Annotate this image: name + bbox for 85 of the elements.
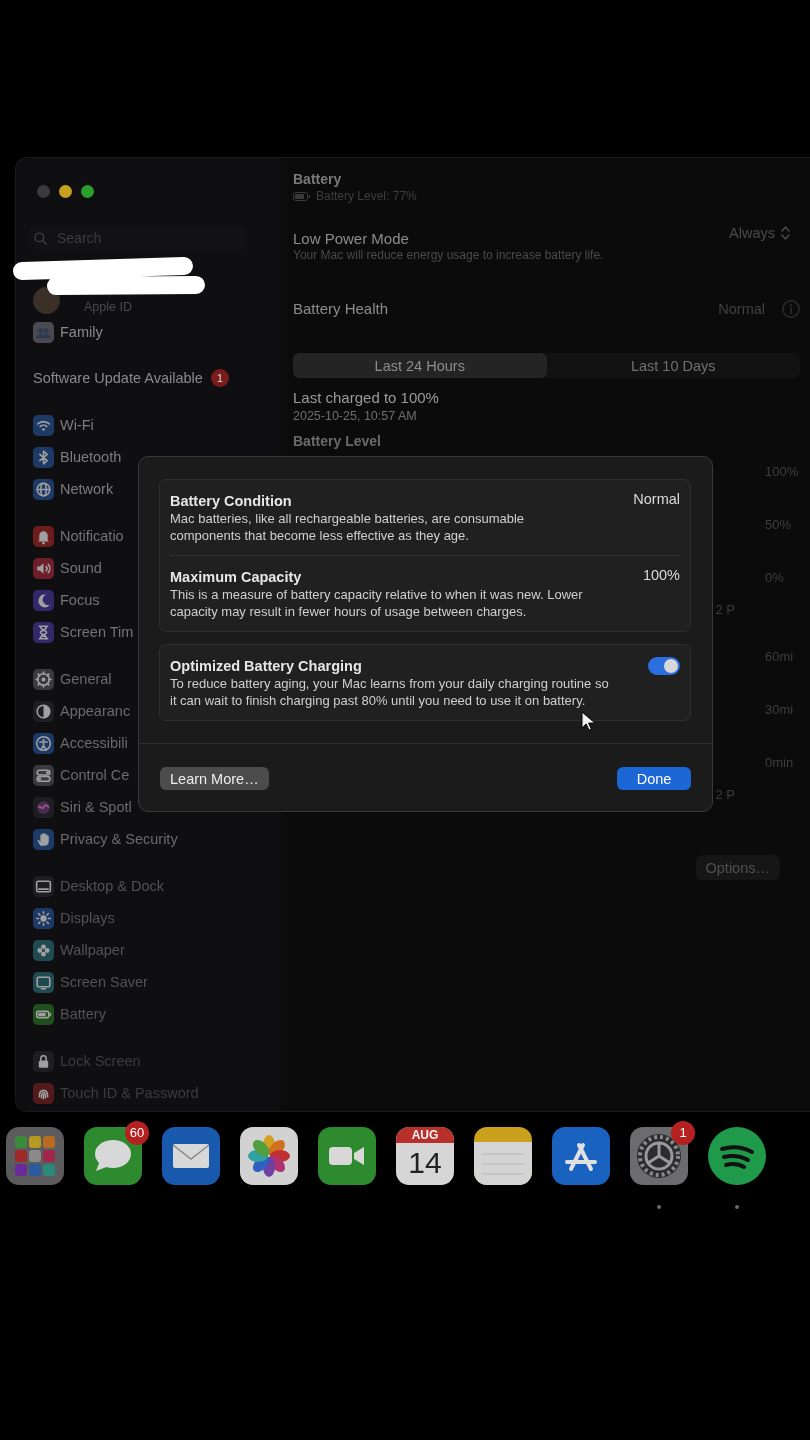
minimize-window-icon[interactable]: [59, 184, 72, 198]
sidebar-item[interactable]: Wi-Fi: [33, 409, 94, 441]
hourglass-icon: [33, 621, 54, 643]
flower-icon: [33, 939, 54, 961]
search-icon: [34, 231, 47, 245]
sidebar-item[interactable]: Bluetooth: [33, 441, 122, 473]
software-update-item[interactable]: Software Update Available 1: [33, 362, 229, 394]
last-charged-label: Last charged to 100%: [293, 389, 439, 407]
lock-icon: [33, 1050, 54, 1072]
calendar-day: 14: [396, 1143, 454, 1183]
speaker-icon: [33, 557, 54, 579]
setting-title: Battery Condition: [170, 492, 292, 510]
sidebar-item[interactable]: Displays: [33, 902, 115, 934]
bell-icon: [33, 525, 54, 547]
sidebar-item[interactable]: Sound: [33, 552, 102, 584]
sidebar-item[interactable]: Screen Saver: [33, 966, 148, 998]
notepad-icon[interactable]: [474, 1127, 532, 1185]
sidebar-item[interactable]: Control Ce: [33, 759, 130, 791]
setting-description: To reduce battery aging, your Mac learns from your daily charging routine so it can wait to finish charging past 80% until you need to use it on battery.: [170, 675, 610, 709]
setting-title: Optimized Battery Charging: [170, 657, 362, 675]
setting-description: This is a measure of battery capacity relative to when it was new. Lower capacity may result in fewer hours of usage between charges.: [170, 586, 584, 620]
toggles-icon: [33, 764, 54, 786]
setting-value: Normal: [633, 490, 680, 508]
gear-icon: [33, 668, 54, 690]
bluetooth-icon: [33, 446, 54, 468]
screen-icon: [33, 971, 54, 993]
gear-icon[interactable]: [630, 1127, 688, 1185]
range-tab[interactable]: Last 24 Hours: [293, 353, 547, 378]
hand-icon: [33, 828, 54, 850]
accessibility-icon: [33, 732, 54, 754]
done-button[interactable]: Done: [617, 767, 691, 790]
setting-label: Battery Health: [293, 300, 389, 318]
setting-value: 100%: [642, 566, 680, 584]
sidebar-item[interactable]: Privacy & Security: [33, 823, 178, 855]
options-button[interactable]: Options…: [695, 855, 780, 880]
account-item[interactable]: Apple ID: [33, 280, 132, 314]
sidebar-item[interactable]: Network: [33, 473, 114, 505]
pointer-cursor-icon: [581, 711, 596, 731]
learn-more-button[interactable]: Learn More…: [160, 767, 269, 790]
low-power-mode-popup[interactable]: Always: [729, 224, 790, 242]
notification-badge: 60: [125, 1121, 149, 1145]
battery-icon: [33, 1003, 54, 1025]
calendar-month: AUG: [396, 1127, 454, 1143]
sidebar-item[interactable]: Appearanc: [33, 695, 131, 727]
sidebar-item[interactable]: General: [33, 663, 112, 695]
setting-description: Your Mac will reduce energy usage to increase battery life.: [293, 248, 604, 263]
sun-icon: [33, 907, 54, 929]
notification-badge: 1: [671, 1121, 695, 1145]
sound-waves-icon[interactable]: [708, 1127, 766, 1185]
range-tab[interactable]: Last 10 Days: [546, 353, 800, 378]
orb-icon: [33, 796, 54, 818]
dock-icon: [33, 875, 54, 897]
envelope-icon[interactable]: [162, 1127, 220, 1185]
sidebar-item[interactable]: Notificatio: [33, 520, 124, 552]
page-title: Battery: [293, 171, 342, 188]
sidebar-item[interactable]: Focus: [33, 584, 100, 616]
speech-bubble-icon[interactable]: [84, 1127, 142, 1185]
sidebar-item[interactable]: Battery: [33, 998, 106, 1030]
half-circle-icon: [33, 700, 54, 722]
letter-a-icon[interactable]: [552, 1127, 610, 1185]
app-grid-icon[interactable]: [6, 1127, 64, 1185]
setting-label: Low Power Mode: [293, 230, 409, 248]
setting-title: Maximum Capacity: [170, 568, 302, 586]
sidebar-item[interactable]: Siri & Spotl: [33, 791, 132, 823]
fingerprint-icon: [33, 1082, 54, 1104]
toggle-switch[interactable]: [648, 657, 680, 675]
globe-icon: [33, 478, 54, 500]
chart-heading: Battery Level: [293, 433, 381, 450]
sidebar-item[interactable]: Accessibili: [33, 727, 128, 759]
calendar-icon[interactable]: AUG 14: [396, 1127, 454, 1185]
people-icon: [33, 321, 54, 343]
wifi-icon: [33, 414, 54, 436]
flower-icon[interactable]: [240, 1127, 298, 1185]
battery-icon: [293, 192, 310, 201]
sidebar-item[interactable]: Screen Tim: [33, 616, 134, 648]
zoom-window-icon[interactable]: [81, 184, 94, 198]
sidebar-item[interactable]: Family: [33, 316, 103, 348]
up-down-chevron-icon: [781, 226, 790, 240]
setting-description: Mac batteries, like all rechargeable batteries, are consumable components that become less effective as they age.: [170, 510, 526, 544]
video-camera-icon[interactable]: [318, 1127, 376, 1185]
moon-icon: [33, 589, 54, 611]
sidebar-item[interactable]: Desktop & Dock: [33, 870, 164, 902]
notification-badge: 1: [210, 369, 229, 387]
last-charged-date: 2025-10-25, 10:57 AM: [293, 409, 417, 424]
sidebar-item[interactable]: Wallpaper: [33, 934, 125, 966]
